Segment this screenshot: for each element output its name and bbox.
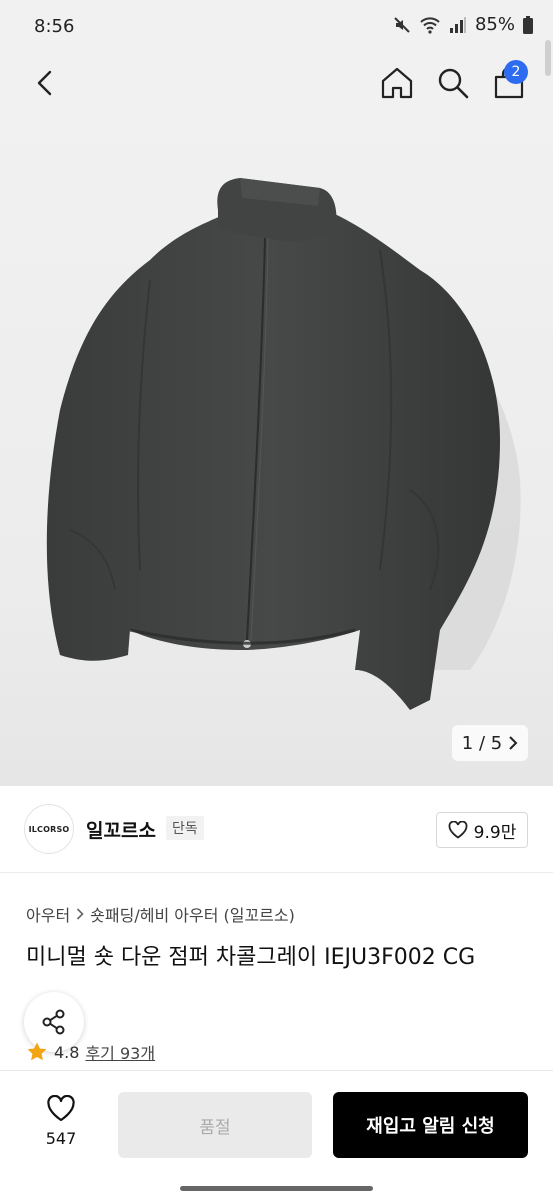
- status-time: 8:56: [34, 16, 75, 37]
- brand-logo[interactable]: ILCORSO: [24, 804, 74, 854]
- app-bar: [0, 56, 553, 110]
- wishlist-count: 547: [45, 1129, 77, 1148]
- heart-icon: [448, 821, 468, 839]
- soldout-button: 품절: [118, 1092, 312, 1158]
- brand-like-button[interactable]: 9.9만: [436, 812, 528, 848]
- breadcrumb-subcategory[interactable]: 숏패딩/헤비 아우터 (일꼬르소): [90, 902, 295, 926]
- battery-percent: 85%: [474, 14, 515, 35]
- star-icon: [27, 1042, 47, 1061]
- gallery-page-indicator[interactable]: 1 / 5: [452, 725, 528, 761]
- chevron-right-icon: [509, 736, 518, 750]
- mute-icon: [394, 16, 410, 33]
- search-icon: [438, 68, 469, 99]
- cart-count-badge: 2: [504, 60, 528, 84]
- breadcrumb-category[interactable]: 아우터: [26, 902, 70, 926]
- home-icon: [381, 67, 413, 99]
- home-gesture-handle[interactable]: [180, 1186, 373, 1191]
- brand-logo-text: ILCORSO: [28, 824, 70, 834]
- status-icons: 85%: [393, 14, 533, 35]
- search-button[interactable]: [434, 64, 472, 102]
- product-image-gallery[interactable]: [0, 110, 553, 786]
- back-button[interactable]: [28, 66, 62, 100]
- rating-row: 4.8 후기 93개: [26, 1040, 155, 1064]
- signal-icon: [449, 16, 466, 33]
- chevron-right-icon: [77, 908, 84, 920]
- product-image: [46, 178, 521, 710]
- brand-like-count: 9.9만: [473, 822, 517, 843]
- brand-name[interactable]: 일꼬르소: [86, 816, 156, 843]
- heart-icon: [47, 1095, 75, 1122]
- brand-row: ILCORSO 일꼬르소 단독 9.9만: [0, 786, 553, 873]
- page-indicator-text: 1 / 5: [461, 732, 503, 754]
- reviews-link[interactable]: 후기 93개: [85, 1040, 155, 1064]
- status-bar: 8:56 85%: [0, 0, 553, 56]
- share-icon: [42, 1009, 65, 1035]
- rating-value: 4.8: [54, 1042, 80, 1062]
- scrollbar[interactable]: [545, 40, 551, 76]
- exclusive-badge: 단독: [166, 816, 204, 840]
- chevron-left-icon: [37, 70, 52, 96]
- home-button[interactable]: [378, 64, 416, 102]
- bottom-action-bar: 547 품절 재입고 알림 신청: [0, 1070, 553, 1181]
- wifi-icon: [420, 16, 440, 34]
- breadcrumb: 아우터 숏패딩/헤비 아우터 (일꼬르소): [26, 902, 295, 926]
- wishlist-button[interactable]: 547: [30, 1095, 92, 1148]
- restock-alert-button[interactable]: 재입고 알림 신청: [333, 1092, 528, 1158]
- product-title: 미니멀 숏 다운 점퍼 차콜그레이 IEJU3F002 CG: [26, 945, 476, 970]
- battery-icon: [523, 15, 533, 34]
